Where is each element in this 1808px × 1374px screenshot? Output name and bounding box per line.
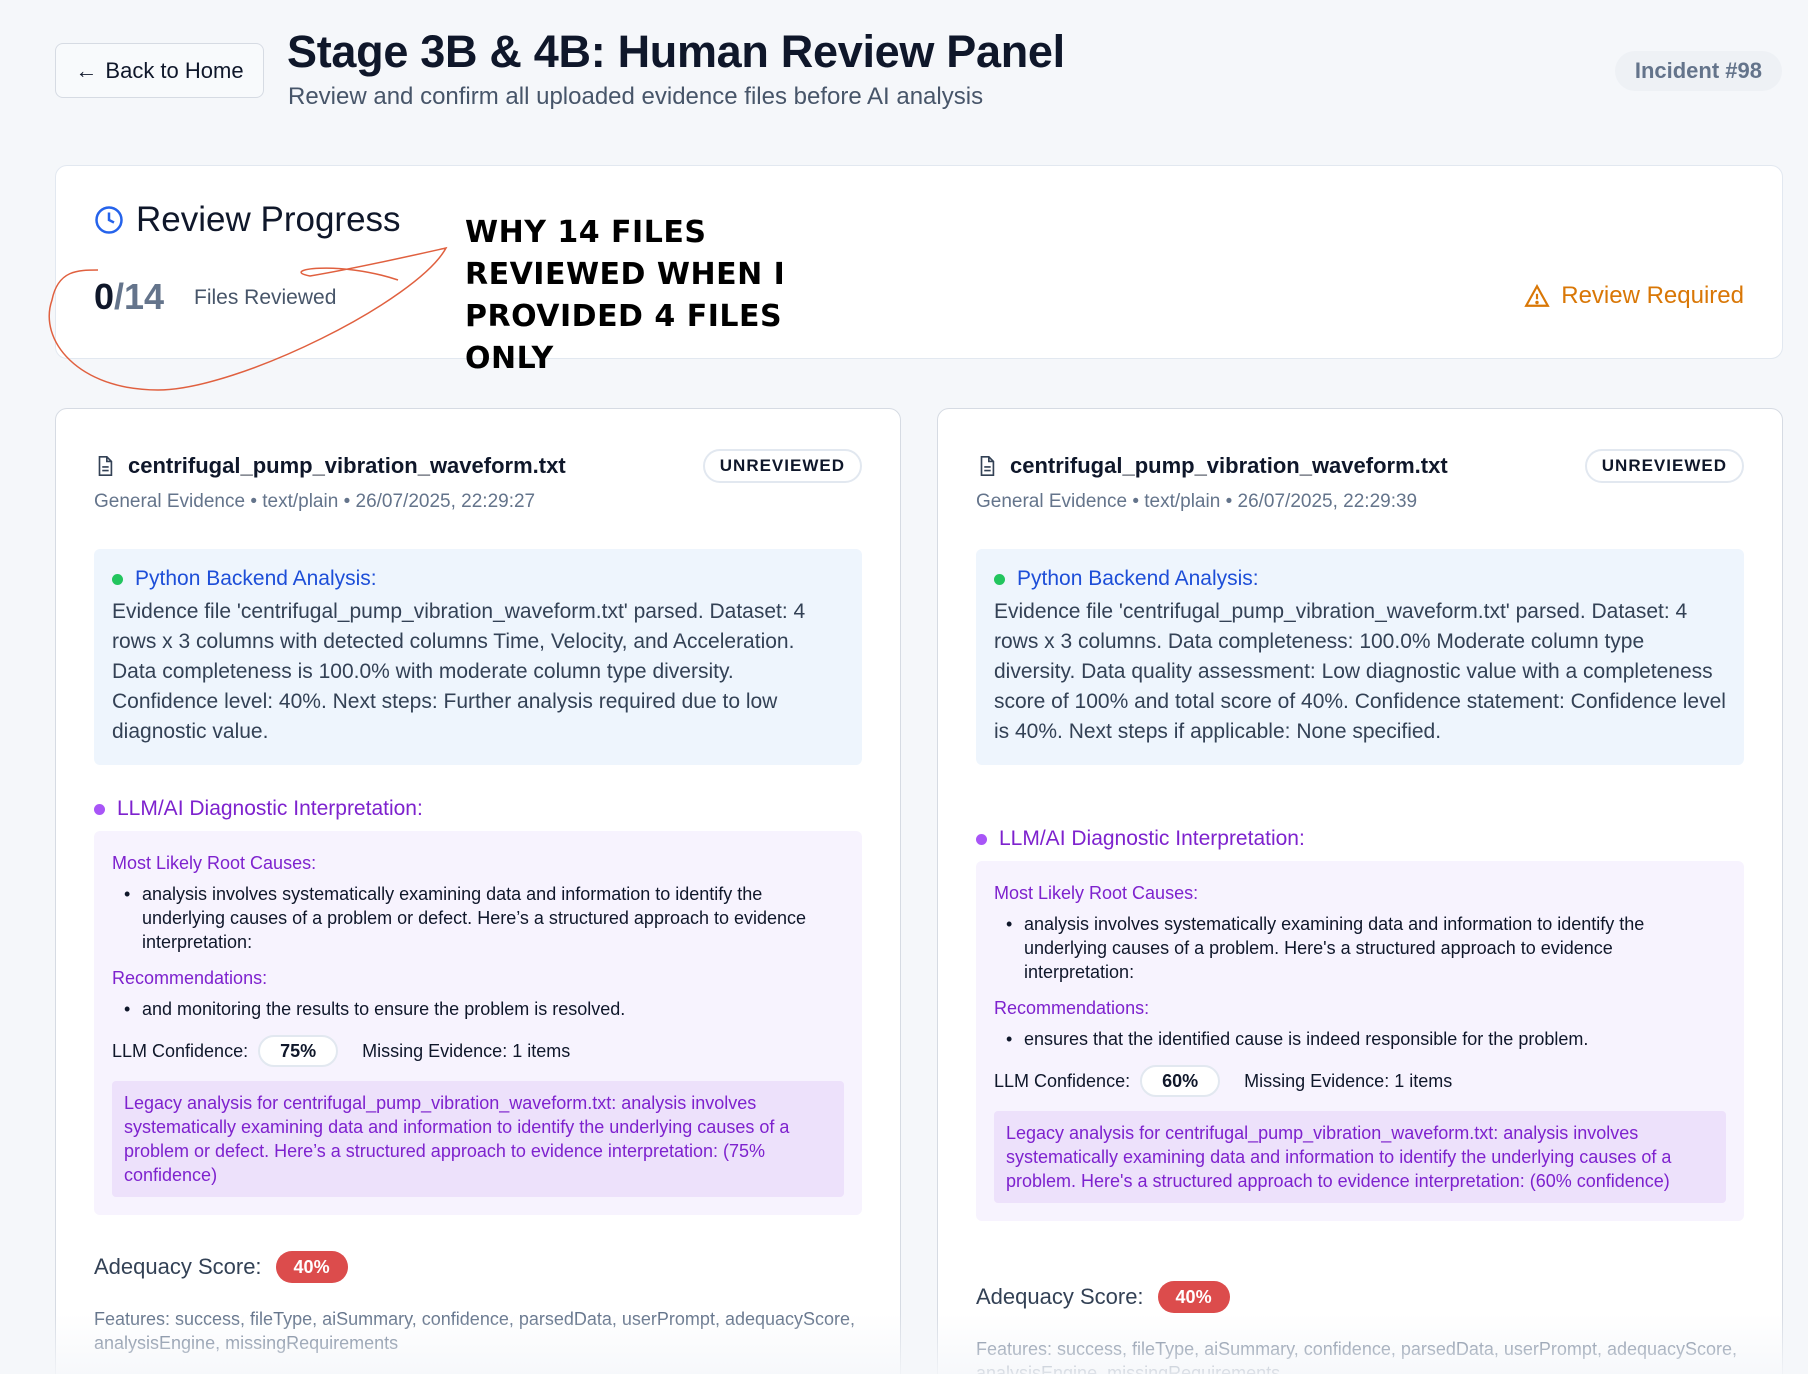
status-dot-icon bbox=[976, 833, 987, 845]
annotation-text: WHY 14 FILES REVIEWED WHEN I PROVIDED 4 … bbox=[465, 215, 786, 376]
missing-evidence: Missing Evidence: 1 items bbox=[1244, 1070, 1453, 1091]
backend-analysis-title: Python Backend Analysis: bbox=[112, 567, 844, 591]
llm-title-text: LLM/AI Diagnostic Interpretation: bbox=[117, 797, 423, 820]
incident-badge: Incident #98 bbox=[1614, 51, 1782, 91]
backend-title-text: Python Backend Analysis: bbox=[1017, 567, 1259, 590]
back-to-home-button[interactable]: ← Back to Home bbox=[55, 43, 264, 98]
unreviewed-badge: UNREVIEWED bbox=[702, 449, 862, 483]
progress-title-text: Review Progress bbox=[136, 200, 401, 239]
python-backend-analysis: Python Backend Analysis: Evidence file '… bbox=[94, 549, 862, 765]
adequacy-badge: 40% bbox=[1157, 1281, 1230, 1313]
legacy-analysis: Legacy analysis for centrifugal_pump_vib… bbox=[112, 1081, 844, 1197]
recommendations-label: Recommendations: bbox=[994, 998, 1150, 1018]
unreviewed-badge: UNREVIEWED bbox=[1584, 449, 1744, 483]
llm-title: LLM/AI Diagnostic Interpretation: bbox=[976, 827, 1744, 851]
arrow-left-icon: ← bbox=[75, 57, 98, 83]
document-icon bbox=[980, 456, 995, 476]
llm-interpretation-box: Most Likely Root Causes: analysis involv… bbox=[976, 861, 1744, 1221]
llm-interpretation-box: Most Likely Root Causes: analysis involv… bbox=[94, 831, 862, 1215]
evidence-file-card: centrifugal_pump_vibration_waveform.txt … bbox=[937, 408, 1783, 1374]
page-subtitle: Review and confirm all uploaded evidence… bbox=[288, 83, 984, 110]
llm-confidence-label: LLM Confidence: bbox=[994, 1070, 1131, 1091]
status-dot-icon bbox=[94, 803, 105, 815]
adequacy-score: Adequacy Score: 40% bbox=[976, 1281, 1230, 1313]
legacy-analysis: Legacy analysis for centrifugal_pump_vib… bbox=[994, 1111, 1726, 1203]
llm-diagnostic-section: LLM/AI Diagnostic Interpretation: Most L… bbox=[976, 827, 1744, 1221]
warning-icon bbox=[1524, 284, 1550, 307]
llm-confidence-badge: 60% bbox=[1140, 1065, 1221, 1097]
file-meta: General Evidence • text/plain • 26/07/20… bbox=[976, 491, 1418, 512]
backend-analysis-title: Python Backend Analysis: bbox=[994, 567, 1726, 591]
file-name-text: centrifugal_pump_vibration_waveform.txt bbox=[128, 453, 566, 478]
page-header: ← Back to Home Stage 3B & 4B: Human Revi… bbox=[0, 0, 1808, 140]
recommendation-item: ensures that the identified cause is ind… bbox=[994, 1027, 1726, 1051]
status-dot-icon bbox=[994, 573, 1005, 585]
llm-confidence-badge: 75% bbox=[258, 1035, 339, 1067]
file-name: centrifugal_pump_vibration_waveform.txt bbox=[94, 453, 566, 479]
features-list: Features: success, fileType, aiSummary, … bbox=[94, 1309, 856, 1353]
adequacy-label: Adequacy Score: bbox=[976, 1284, 1144, 1309]
missing-evidence: Missing Evidence: 1 items bbox=[362, 1040, 571, 1061]
clock-icon bbox=[95, 206, 123, 234]
llm-confidence-label: LLM Confidence: bbox=[112, 1040, 249, 1061]
adequacy-score: Adequacy Score: 40% bbox=[94, 1251, 348, 1283]
backend-title-text: Python Backend Analysis: bbox=[135, 567, 377, 590]
llm-title: LLM/AI Diagnostic Interpretation: bbox=[94, 797, 862, 821]
llm-diagnostic-section: LLM/AI Diagnostic Interpretation: Most L… bbox=[94, 797, 862, 1215]
root-cause-item: analysis involves systematically examini… bbox=[112, 882, 844, 954]
backend-analysis-text: Evidence file 'centrifugal_pump_vibratio… bbox=[994, 600, 1726, 743]
root-cause-item: analysis involves systematically examini… bbox=[994, 912, 1726, 984]
file-header: centrifugal_pump_vibration_waveform.txt … bbox=[94, 449, 862, 489]
evidence-file-card: centrifugal_pump_vibration_waveform.txt … bbox=[55, 408, 901, 1374]
file-name-text: centrifugal_pump_vibration_waveform.txt bbox=[1010, 453, 1448, 478]
page-title: Stage 3B & 4B: Human Review Panel bbox=[287, 26, 1065, 77]
adequacy-badge: 40% bbox=[275, 1251, 348, 1283]
llm-confidence-row: LLM Confidence: 60% Missing Evidence: 1 … bbox=[994, 1065, 1726, 1097]
file-name: centrifugal_pump_vibration_waveform.txt bbox=[976, 453, 1448, 479]
llm-confidence-row: LLM Confidence: 75% Missing Evidence: 1 … bbox=[112, 1035, 844, 1067]
recommendation-item: and monitoring the results to ensure the… bbox=[112, 997, 844, 1021]
backend-analysis-text: Evidence file 'centrifugal_pump_vibratio… bbox=[112, 600, 806, 743]
file-meta: General Evidence • text/plain • 26/07/20… bbox=[94, 491, 536, 512]
file-header: centrifugal_pump_vibration_waveform.txt … bbox=[976, 449, 1744, 489]
progress-title: Review Progress bbox=[94, 200, 401, 240]
recommendations-label: Recommendations: bbox=[112, 968, 268, 988]
review-required-text: Review Required bbox=[1561, 282, 1744, 309]
review-required-status: Review Required bbox=[1523, 282, 1744, 310]
hand-drawn-circle-annotation bbox=[48, 246, 448, 391]
adequacy-label: Adequacy Score: bbox=[94, 1254, 262, 1279]
python-backend-analysis: Python Backend Analysis: Evidence file '… bbox=[976, 549, 1744, 765]
features-list: Features: success, fileType, aiSummary, … bbox=[976, 1339, 1738, 1374]
root-causes-label: Most Likely Root Causes: bbox=[994, 883, 1199, 903]
root-causes-label: Most Likely Root Causes: bbox=[112, 853, 317, 873]
back-button-label: Back to Home bbox=[105, 57, 244, 83]
llm-title-text: LLM/AI Diagnostic Interpretation: bbox=[999, 827, 1305, 850]
status-dot-icon bbox=[112, 573, 123, 585]
document-icon bbox=[98, 456, 113, 476]
